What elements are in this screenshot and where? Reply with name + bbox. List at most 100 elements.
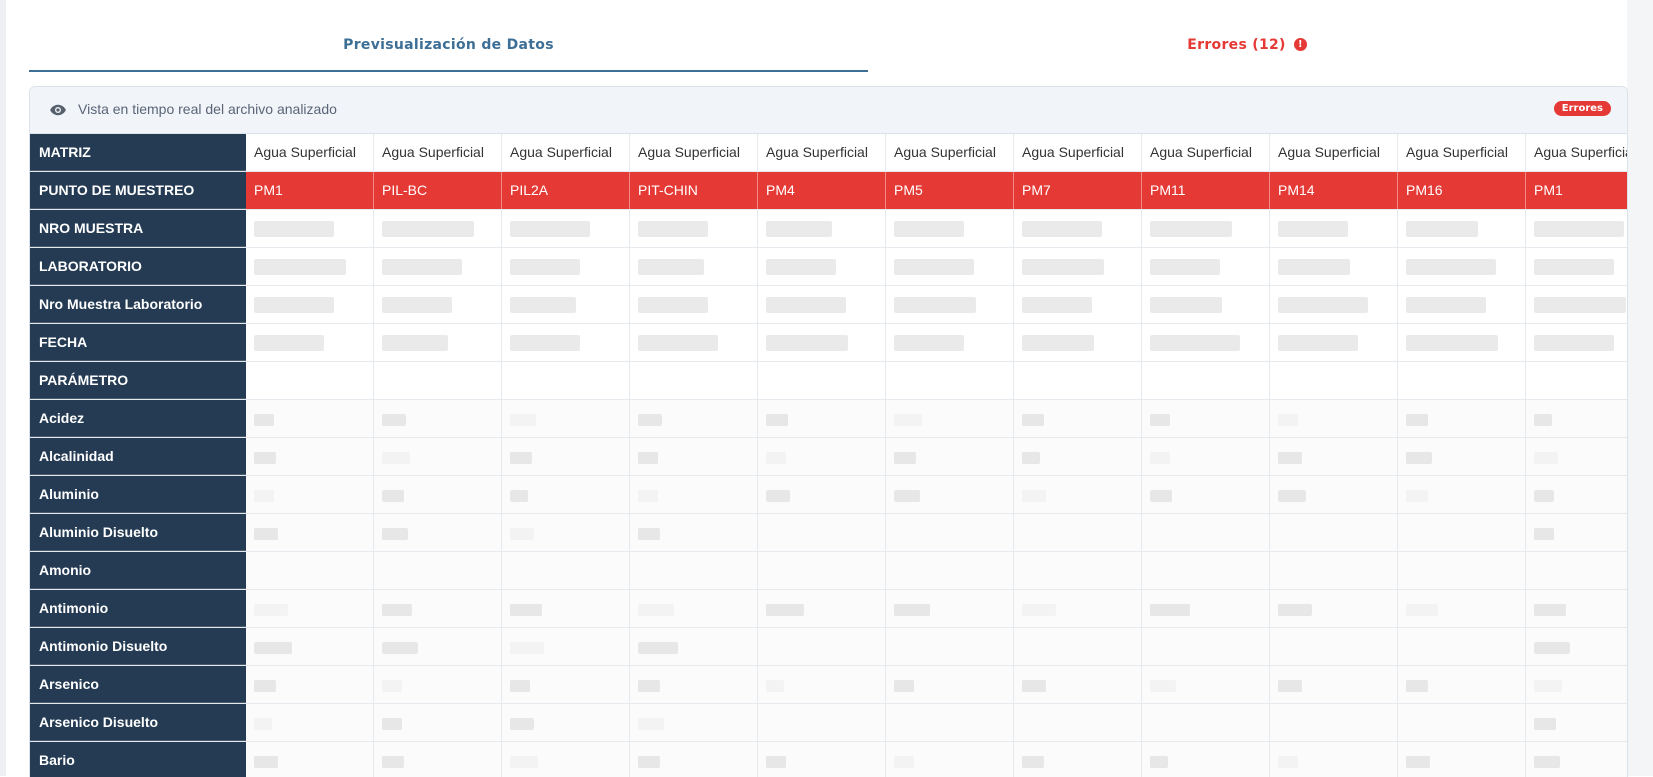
table-cell[interactable] [630,628,758,665]
table-cell[interactable] [374,362,502,399]
table-cell[interactable] [1142,248,1270,285]
table-cell[interactable] [502,742,630,777]
table-cell[interactable] [758,628,886,665]
table-cell[interactable] [1526,438,1627,475]
table-cell[interactable] [630,552,758,589]
table-cell[interactable] [886,476,1014,513]
table-cell[interactable] [1014,704,1142,741]
table-cell[interactable] [1014,476,1142,513]
table-cell[interactable]: Agua Superficial [1398,134,1526,171]
table-cell[interactable] [1270,248,1398,285]
table-cell[interactable] [1142,210,1270,247]
table-cell[interactable] [1398,552,1526,589]
table-cell[interactable] [1270,666,1398,703]
table-cell[interactable] [630,476,758,513]
table-cell[interactable] [1398,590,1526,627]
table-cell[interactable] [374,666,502,703]
table-cell[interactable] [630,704,758,741]
table-cell[interactable]: Agua Superficial [886,134,1014,171]
table-cell[interactable] [1270,400,1398,437]
table-cell[interactable] [1270,210,1398,247]
table-cell[interactable] [1398,400,1526,437]
table-cell[interactable] [1142,476,1270,513]
table-cell[interactable] [246,742,374,777]
table-cell[interactable] [1398,666,1526,703]
table-cell[interactable]: PIT-CHIN [630,172,758,209]
table-cell[interactable] [1526,590,1627,627]
table-cell[interactable] [630,362,758,399]
table-cell[interactable]: PIL-BC [374,172,502,209]
table-cell[interactable] [502,628,630,665]
table-cell[interactable] [502,248,630,285]
table-cell[interactable] [886,590,1014,627]
table-cell[interactable] [1526,248,1627,285]
table-cell[interactable] [1526,666,1627,703]
table-cell[interactable]: PM5 [886,172,1014,209]
table-cell[interactable] [374,514,502,551]
table-cell[interactable] [502,400,630,437]
table-cell[interactable] [758,476,886,513]
table-cell[interactable] [502,552,630,589]
table-cell[interactable] [758,552,886,589]
table-cell[interactable]: PM16 [1398,172,1526,209]
table-cell[interactable] [1398,514,1526,551]
table-cell[interactable] [1014,210,1142,247]
table-cell[interactable] [502,210,630,247]
table-cell[interactable] [502,666,630,703]
table-cell[interactable] [1526,628,1627,665]
table-cell[interactable] [1398,362,1526,399]
table-cell[interactable] [758,514,886,551]
table-cell[interactable] [246,514,374,551]
table-cell[interactable] [1014,628,1142,665]
table-cell[interactable] [502,590,630,627]
table-cell[interactable] [502,704,630,741]
table-cell[interactable]: Agua Superficial [630,134,758,171]
table-cell[interactable] [630,438,758,475]
table-cell[interactable]: Agua Superficial [1142,134,1270,171]
table-cell[interactable] [246,248,374,285]
table-cell[interactable] [1270,514,1398,551]
table-cell[interactable] [1270,590,1398,627]
table-cell[interactable] [758,286,886,323]
table-cell[interactable] [886,210,1014,247]
table-cell[interactable] [886,286,1014,323]
table-cell[interactable] [886,552,1014,589]
table-cell[interactable] [246,362,374,399]
table-cell[interactable] [374,590,502,627]
table-cell[interactable] [1142,628,1270,665]
table-cell[interactable] [374,438,502,475]
table-cell[interactable] [758,210,886,247]
table-cell[interactable] [1270,552,1398,589]
table-cell[interactable] [886,704,1014,741]
table-cell[interactable]: PM14 [1270,172,1398,209]
table-cell[interactable] [1526,210,1627,247]
table-cell[interactable] [1142,590,1270,627]
table-cell[interactable] [502,324,630,361]
table-cell[interactable] [246,210,374,247]
table-cell[interactable] [502,362,630,399]
table-cell[interactable] [1270,286,1398,323]
table-cell[interactable] [886,324,1014,361]
table-cell[interactable] [758,704,886,741]
table-cell[interactable] [758,248,886,285]
table-cell[interactable]: PM7 [1014,172,1142,209]
table-cell[interactable] [1142,552,1270,589]
table-cell[interactable]: Agua Superficial [374,134,502,171]
table-cell[interactable] [1014,362,1142,399]
table-cell[interactable] [758,438,886,475]
table-cell[interactable] [758,666,886,703]
table-cell[interactable] [1526,400,1627,437]
page-scrollbar-track[interactable] [1627,0,1653,776]
table-cell[interactable] [630,742,758,777]
table-cell[interactable] [246,666,374,703]
table-cell[interactable] [1526,286,1627,323]
table-cell[interactable] [630,248,758,285]
table-cell[interactable] [630,666,758,703]
table-cell[interactable] [502,286,630,323]
table-cell[interactable]: Agua Superficial [758,134,886,171]
table-cell[interactable] [1526,476,1627,513]
table-cell[interactable]: Agua Superficial [1270,134,1398,171]
table-cell[interactable] [1014,324,1142,361]
table-cell[interactable] [1014,552,1142,589]
table-cell[interactable] [374,704,502,741]
